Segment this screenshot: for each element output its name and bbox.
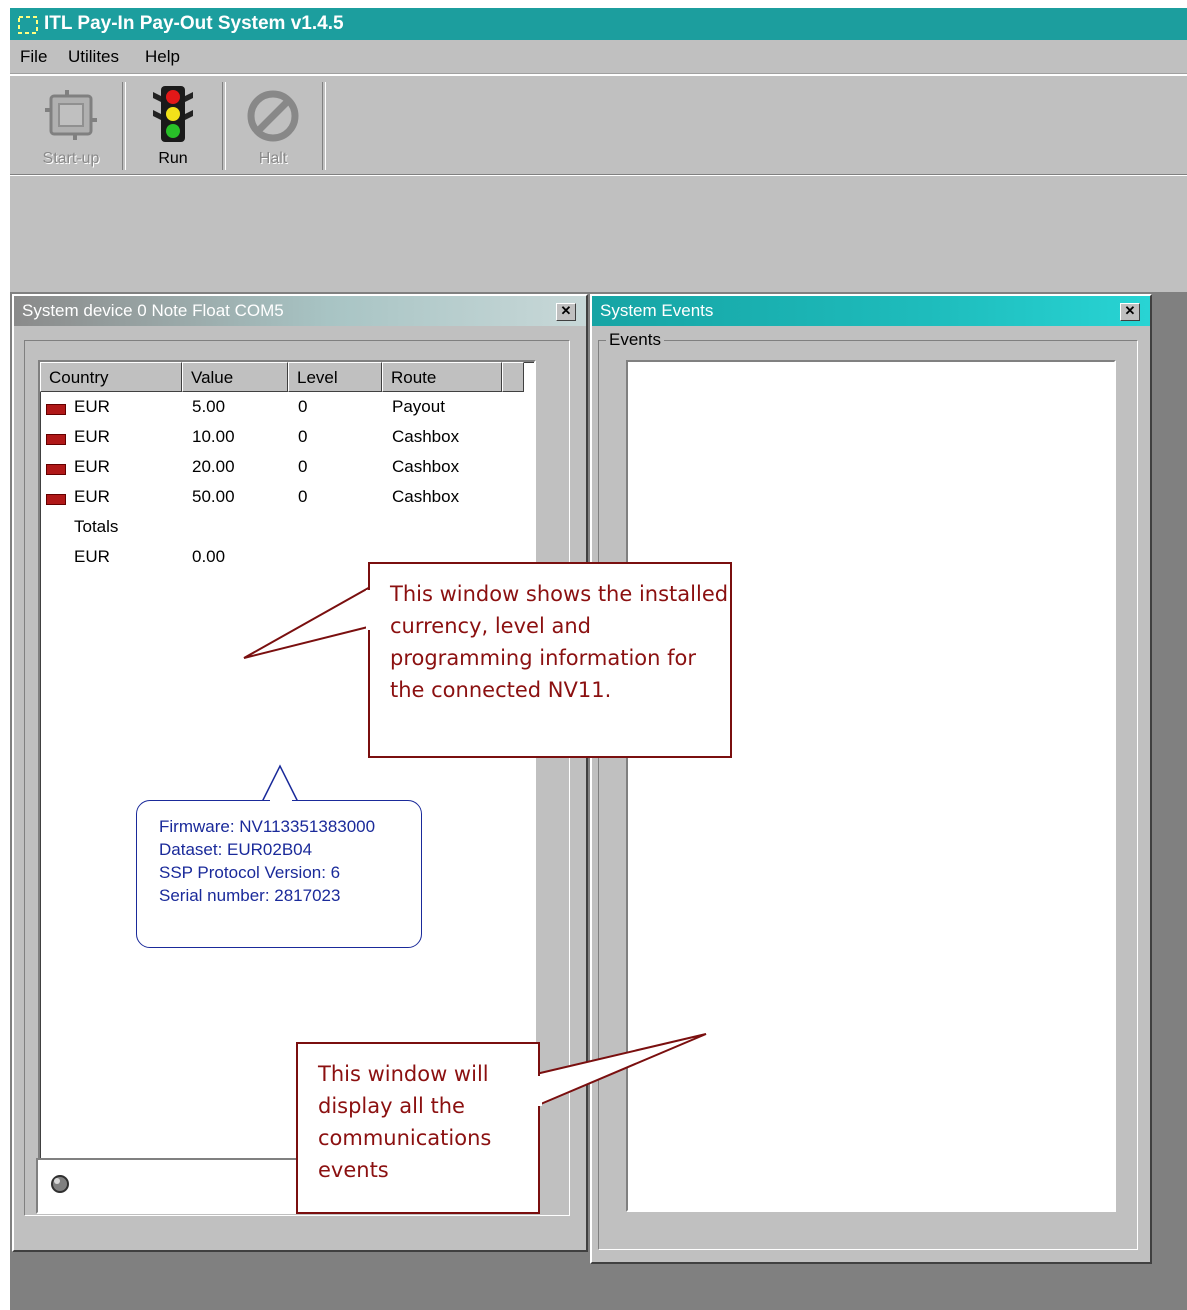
halt-icon bbox=[247, 90, 299, 142]
column-header-country[interactable]: Country bbox=[40, 362, 182, 392]
eu-flag-icon bbox=[46, 434, 66, 445]
events-group-label: Events bbox=[606, 330, 664, 350]
eu-flag-icon bbox=[46, 404, 66, 415]
table-row[interactable]: EUR 50.00 0 Cashbox bbox=[40, 482, 534, 512]
window-title: ITL Pay-In Pay-Out System v1.4.5 bbox=[44, 13, 344, 34]
events-window: System Events ✕ Events bbox=[590, 294, 1152, 1264]
run-label: Run bbox=[158, 150, 188, 167]
events-window-titlebar: System Events ✕ bbox=[592, 296, 1150, 326]
traffic-light-icon bbox=[153, 86, 193, 142]
events-callout: This window will display all the communi… bbox=[296, 1042, 540, 1214]
protocol-text: SSP Protocol Version: 6 bbox=[159, 863, 341, 882]
device-info-bubble: Firmware: NV113351383000 Dataset: EUR02B… bbox=[136, 800, 422, 948]
run-button[interactable]: Run bbox=[124, 80, 222, 172]
menu-utilites[interactable]: Utilites bbox=[68, 47, 119, 67]
totals-label: Totals bbox=[74, 517, 119, 536]
halt-button[interactable]: Halt bbox=[224, 80, 322, 172]
column-header-route[interactable]: Route bbox=[382, 362, 502, 392]
device-close-button[interactable]: ✕ bbox=[556, 303, 576, 321]
title-bar: ITL Pay-In Pay-Out System v1.4.5 bbox=[10, 8, 1187, 40]
dataset-text: Dataset: EUR02B04 bbox=[159, 840, 313, 859]
callout-pointer bbox=[535, 1033, 707, 1107]
eu-flag-icon bbox=[46, 464, 66, 475]
events-window-title: System Events bbox=[600, 301, 714, 320]
totals-row: Totals bbox=[40, 512, 534, 542]
bubble-pointer bbox=[261, 764, 299, 803]
column-header-value[interactable]: Value bbox=[182, 362, 288, 392]
menu-file[interactable]: File bbox=[20, 47, 47, 67]
column-header-level[interactable]: Level bbox=[288, 362, 382, 392]
toolbar-spacer bbox=[10, 176, 1187, 292]
callout-pointer bbox=[243, 585, 373, 659]
table-row[interactable]: EUR 5.00 0 Payout bbox=[40, 392, 534, 422]
menu-bar: File Utilites Help bbox=[10, 40, 1187, 74]
serial-text: Serial number: 2817023 bbox=[159, 886, 341, 905]
device-window-titlebar: System device 0 Note Float COM5 ✕ bbox=[14, 296, 586, 326]
startup-label: Start-up bbox=[42, 150, 100, 167]
menu-help[interactable]: Help bbox=[145, 47, 180, 67]
startup-button[interactable]: Start-up bbox=[22, 80, 120, 172]
table-row[interactable]: EUR 20.00 0 Cashbox bbox=[40, 452, 534, 482]
events-close-button[interactable]: ✕ bbox=[1120, 303, 1140, 321]
table-row[interactable]: EUR 10.00 0 Cashbox bbox=[40, 422, 534, 452]
device-window-title: System device 0 Note Float COM5 bbox=[22, 301, 284, 320]
toolbar: Start-up Run Halt bbox=[10, 75, 1187, 175]
app-icon bbox=[18, 16, 38, 34]
status-led-icon bbox=[51, 1175, 69, 1193]
device-callout: This window shows the installed currency… bbox=[368, 562, 732, 758]
firmware-text: Firmware: NV113351383000 bbox=[159, 817, 376, 836]
eu-flag-icon bbox=[46, 494, 66, 505]
startup-icon bbox=[45, 90, 97, 140]
halt-label: Halt bbox=[258, 150, 288, 167]
